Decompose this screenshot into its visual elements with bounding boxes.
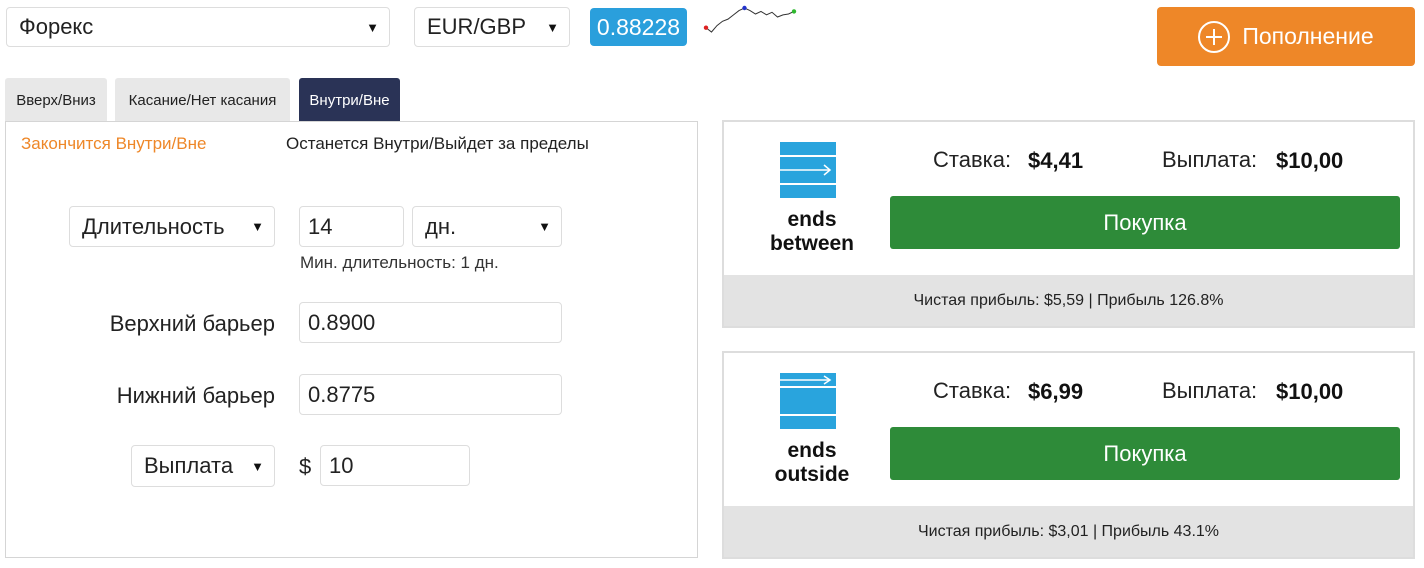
upper-barrier-label: Верхний барьер xyxy=(109,311,275,336)
payout-label: Выплата: xyxy=(1162,147,1258,172)
chevron-down-icon: ▼ xyxy=(546,19,559,35)
payout-value: $10,00 xyxy=(1276,379,1344,404)
tab-in-out[interactable]: Внутри/Вне xyxy=(299,78,400,122)
payout-label: Выплата: xyxy=(1162,378,1258,403)
asset-pair-value: EUR/GBP xyxy=(427,14,527,39)
amount-type-select[interactable]: Выплата ▼ xyxy=(131,445,275,487)
subtab-stays-in-goes-out[interactable]: Останется Внутри/Выйдет за пределы xyxy=(286,134,589,154)
contract-card-ends-outside: ends outside Ставка: $6,99 Выплата: $10,… xyxy=(722,351,1415,559)
market-select-value: Форекс xyxy=(19,14,94,39)
tab-up-down[interactable]: Вверх/Вниз xyxy=(5,78,107,122)
contract-type-label-line2: between xyxy=(769,232,855,255)
price-sparkline xyxy=(703,5,797,33)
buy-button[interactable]: Покупка xyxy=(890,196,1400,249)
ends-between-icon xyxy=(780,142,836,198)
lower-barrier-value: 0.8775 xyxy=(308,381,376,407)
market-select[interactable]: Форекс ▼ xyxy=(6,7,390,47)
contract-type-label-line2: outside xyxy=(774,463,850,486)
chevron-down-icon: ▼ xyxy=(538,219,551,234)
ends-outside-icon xyxy=(780,373,836,429)
duration-type-value: Длительность xyxy=(82,213,225,239)
contract-type-label: ends between xyxy=(744,208,880,256)
upper-barrier-value: 0.8900 xyxy=(308,309,376,335)
stake-value: $6,99 xyxy=(1028,379,1084,404)
profit-info: Чистая прибыль: $3,01 | Прибыль 43.1% xyxy=(724,506,1413,557)
min-duration-hint: Мин. длительность: 1 дн. xyxy=(300,253,499,272)
tab-touch-no-touch[interactable]: Касание/Нет касания xyxy=(115,78,290,122)
duration-value-input[interactable]: 14 xyxy=(299,206,404,247)
plus-circle-icon xyxy=(1198,20,1231,53)
lower-barrier-input[interactable]: 0.8775 xyxy=(299,374,562,415)
asset-pair-select[interactable]: EUR/GBP ▼ xyxy=(414,7,570,47)
currency-symbol: $ xyxy=(299,454,312,479)
sparkline-line xyxy=(705,7,795,33)
deposit-button-label: Пополнение xyxy=(1242,23,1374,49)
profit-info: Чистая прибыль: $5,59 | Прибыль 126.8% xyxy=(724,275,1413,326)
duration-unit-value: дн. xyxy=(425,213,457,239)
contract-type-label: ends outside xyxy=(744,439,880,487)
stake-value: $4,41 xyxy=(1028,148,1084,173)
chevron-down-icon: ▼ xyxy=(251,458,264,474)
contract-type-label-line1: ends xyxy=(787,439,837,462)
duration-unit-select[interactable]: дн. ▼ xyxy=(412,206,562,247)
upper-barrier-input[interactable]: 0.8900 xyxy=(299,302,562,343)
contract-type-label-line1: ends xyxy=(787,208,837,231)
payout-value: $10,00 xyxy=(1276,148,1344,173)
sparkline-high-point xyxy=(742,5,747,11)
duration-value: 14 xyxy=(308,213,333,239)
stake-label: Ставка: xyxy=(933,378,1012,403)
chevron-down-icon: ▼ xyxy=(366,19,379,35)
amount-type-value: Выплата xyxy=(144,453,234,478)
sparkline-start-point xyxy=(703,25,709,30)
current-price-badge: 0.88228 xyxy=(590,8,687,46)
stake-label: Ставка: xyxy=(933,147,1012,172)
buy-button[interactable]: Покупка xyxy=(890,427,1400,480)
amount-input[interactable]: 10 xyxy=(320,445,470,486)
sparkline-end-point xyxy=(791,9,797,14)
chevron-down-icon: ▼ xyxy=(251,219,264,234)
deposit-button[interactable]: Пополнение xyxy=(1157,7,1415,66)
amount-value: 10 xyxy=(329,452,354,478)
subtab-ends-in-out[interactable]: Закончится Внутри/Вне xyxy=(21,134,206,154)
duration-type-select[interactable]: Длительность ▼ xyxy=(69,206,275,247)
contract-card-ends-between: ends between Ставка: $4,41 Выплата: $10,… xyxy=(722,120,1415,328)
lower-barrier-label: Нижний барьер xyxy=(116,383,275,408)
